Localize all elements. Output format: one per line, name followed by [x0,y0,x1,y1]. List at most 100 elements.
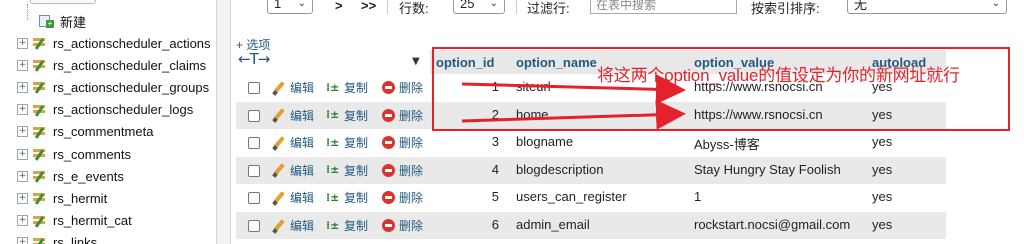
edit-label: 编辑 [290,191,315,206]
plus-box-icon[interactable]: + [17,104,28,116]
sidebar-item-table[interactable]: + rs_e_events [0,165,216,187]
table-edit-icon [32,147,48,161]
edit-button[interactable]: 编辑 [272,162,314,179]
last-page-button[interactable]: >> [361,0,376,13]
table-edit-icon [32,80,48,95]
delete-label: 删除 [399,191,424,206]
phpmyadmin-window: + 新建 + rs_actionscheduler_actions + rs_acti… [0,0,1024,244]
edit-button[interactable]: 编辑 [272,217,314,234]
row-checkbox[interactable] [248,220,260,232]
delete-icon [382,136,395,150]
edit-button[interactable]: 编辑 [272,189,314,206]
row-checkbox[interactable] [248,109,260,122]
filter-rows-input[interactable]: 在表中搜索 [590,0,737,14]
filter-rows-label: 过滤行: [527,1,570,16]
cell-option-id: 6 [491,217,499,232]
sidebar-item-table[interactable]: + rs_actionscheduler_logs [0,99,216,121]
pencil-icon [272,80,286,96]
edit-button[interactable]: 编辑 [272,134,314,151]
sort-triangle-icon[interactable]: ▼ [412,56,420,67]
delete-label: 删除 [399,108,424,123]
edit-button[interactable]: 编辑 [272,79,314,96]
annotation-text: 将这两个option_value的值设定为你的新网址就行 [597,66,960,85]
copy-button[interactable]: ⁞± 复制 [326,162,368,179]
copy-icon: ⁞± [326,218,340,232]
sidebar-item-table[interactable]: + rs_comments [0,143,216,165]
sidebar-resize-handle[interactable] [216,0,231,244]
sidebar-item-table-label: rs_hermit [53,190,108,206]
cell-autoload: yes [872,134,893,150]
delete-button[interactable]: 删除 [382,79,423,96]
plus-box-icon[interactable]: + [17,148,28,160]
delete-button[interactable]: 删除 [382,162,423,179]
table-edit-icon [32,125,48,139]
pencil-icon [272,108,286,123]
sidebar-item-table[interactable]: + rs_actionscheduler_groups [0,76,216,98]
edit-label: 编辑 [290,219,315,233]
plus-box-icon[interactable]: + [17,192,28,204]
separator [516,0,517,14]
table-edit-icon [32,103,48,117]
table-row: 编辑 ⁞± 复制 删除 3 blogname Abyss-博客 yes [236,129,946,157]
sidebar-item-table[interactable]: + rs_hermit [0,187,216,209]
sidebar-item-table[interactable]: + rs_actionscheduler_claims [0,54,216,76]
cell-option-name: blogdescription [516,161,604,177]
sidebar-item-table-label: rs_hermit_cat [53,213,132,229]
copy-button[interactable]: ⁞± 复制 [326,79,368,96]
table-row: 编辑 ⁞± 复制 删除 5 users_can_register 1 yes [236,184,946,212]
sidebar-item-new[interactable]: + 新建 [0,4,216,32]
cell-option-value: 1 [694,189,702,205]
copy-label: 复制 [344,136,369,151]
edit-button[interactable]: 编辑 [272,107,314,124]
cell-option-id: 4 [491,161,499,177]
sort-by-index-select[interactable]: 无 ⌄ [847,0,1007,14]
plus-box-icon[interactable]: + [17,81,28,93]
sidebar-item-table-label: rs_actionscheduler_claims [53,57,207,73]
sidebar-item-table[interactable]: + rs_links [0,232,216,244]
cell-autoload: yes [872,161,893,177]
delete-button[interactable]: 删除 [382,217,423,234]
copy-button[interactable]: ⁞± 复制 [326,217,368,234]
page-select[interactable]: 1 ⌄ [267,0,313,14]
plus-box-icon[interactable]: + [17,237,28,244]
row-checkbox[interactable] [248,192,260,205]
edit-label: 编辑 [290,163,315,178]
table-edit-icon [32,169,48,183]
delete-button[interactable]: 删除 [382,107,423,124]
copy-icon: ⁞± [326,108,340,122]
copy-button[interactable]: ⁞± 复制 [326,107,368,124]
annotation-highlight-box [432,47,1010,131]
copy-button[interactable]: ⁞± 复制 [326,134,368,151]
sidebar-item-table[interactable]: + rs_hermit_cat [0,210,216,232]
row-checkbox[interactable] [248,82,260,94]
cell-option-name: blogname [516,134,574,150]
cell-option-id: 3 [491,134,499,150]
row-checkbox[interactable] [248,164,260,177]
delete-label: 删除 [399,219,424,233]
pencil-icon [272,163,286,179]
plus-box-icon[interactable]: + [17,59,28,71]
sidebar-item-table-label: rs_actionscheduler_actions [53,35,211,51]
rows-per-page-select[interactable]: 25 ⌄ [453,0,505,14]
sidebar-item-table[interactable]: + rs_commentmeta [0,121,216,143]
plus-box-icon[interactable]: + [17,37,28,49]
plus-box-icon[interactable]: + [17,215,28,227]
sidebar-item-table[interactable]: + rs_actionscheduler_actions [0,32,216,54]
table-edit-icon [32,191,48,206]
row-checkbox[interactable] [248,137,260,150]
next-page-button[interactable]: > [335,0,343,13]
table-row: 编辑 ⁞± 复制 删除 6 admin_email rockstart.nocsi@gmai… [236,212,946,239]
copy-icon: ⁞± [326,190,340,204]
sidebar-item-table-label: rs_actionscheduler_logs [53,102,194,118]
sidebar-item-table-label: rs_e_events [53,168,124,184]
delete-button[interactable]: 删除 [382,189,423,206]
cell-option-id: 5 [491,189,499,205]
plus-box-icon[interactable]: + [17,126,28,138]
cell-option-name: users_can_register [516,189,627,205]
cell-autoload: yes [872,189,893,205]
column-arrows-control[interactable]: ←T→ [238,50,270,68]
cell-autoload: yes [872,217,893,232]
plus-box-icon[interactable]: + [17,170,28,182]
delete-button[interactable]: 删除 [382,134,423,151]
copy-button[interactable]: ⁞± 复制 [326,189,368,206]
